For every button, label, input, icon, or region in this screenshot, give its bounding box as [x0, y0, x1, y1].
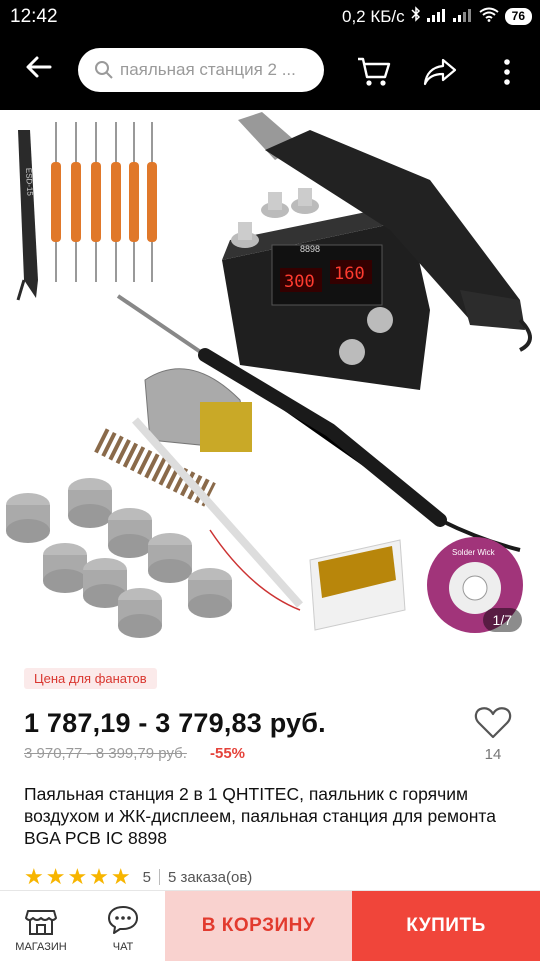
signal-icon-2 [452, 7, 473, 27]
tweezers: ESD-15 [16, 130, 38, 301]
bluetooth-icon [411, 6, 421, 27]
old-price: 3 970,77 - 8 399,79 руб. [24, 745, 187, 762]
more-vertical-icon [504, 59, 510, 85]
display-left-value: 300 [284, 272, 315, 292]
cart-icon [358, 57, 391, 86]
top-bar: 12:42 0,2 КБ/с 76 паяльная станция 2 ... [0, 0, 540, 110]
share-button[interactable] [422, 56, 458, 88]
price: 1 787,19 - 3 779,83 руб. [24, 708, 326, 738]
wishlist-button[interactable] [474, 706, 512, 740]
search-placeholder: паяльная станция 2 ... [120, 60, 296, 79]
store-icon [25, 910, 57, 935]
fan-price-badge: Цена для фанатов [24, 668, 157, 689]
net-speed: 0,2 КБ/с [342, 6, 405, 26]
more-button[interactable] [497, 56, 517, 88]
repair-tools [51, 122, 157, 282]
gallery-page-indicator: 1/7 [482, 608, 522, 632]
divider [158, 869, 160, 885]
back-arrow-icon [26, 56, 52, 78]
buy-now-button[interactable]: КУПИТЬ [352, 891, 540, 961]
display-right-value: 160 [334, 264, 365, 284]
back-button[interactable] [22, 50, 56, 84]
station-model: 8898 [300, 244, 320, 254]
heart-icon [474, 707, 512, 739]
bottom-action-bar: МАГАЗИН ЧАТ В КОРЗИНУ КУПИТЬ [0, 890, 540, 961]
store-label: МАГАЗИН [15, 941, 67, 953]
status-time: 12:42 [10, 6, 58, 27]
chat-button[interactable]: ЧАТ [82, 891, 164, 961]
battery-icon: 76 [504, 8, 532, 25]
rating-row[interactable]: ★★★★★ 5 5 заказа(ов) [24, 864, 252, 890]
solder-wick-label: Solder Wick [452, 548, 496, 557]
wishlist-count: 14 [484, 746, 502, 763]
discount-badge: -55% [210, 745, 246, 762]
wifi-icon [479, 7, 499, 27]
chat-icon [108, 906, 138, 934]
search-icon [95, 61, 113, 79]
flux-box [309, 539, 406, 631]
status-right: 0,2 КБ/с 76 [342, 6, 532, 27]
signal-icon [426, 7, 447, 27]
cart-button[interactable] [356, 56, 392, 88]
product-photo: ESD-15 300 160 8898 Solder Wick [6, 112, 532, 638]
product-gallery[interactable]: ESD-15 300 160 8898 Solder Wick 1/7 [0, 110, 540, 640]
share-icon [423, 58, 457, 86]
chat-label: ЧАТ [112, 941, 134, 953]
store-button[interactable]: МАГАЗИН [0, 891, 82, 961]
status-bar: 12:42 0,2 КБ/с 76 [0, 0, 540, 34]
star-rating-icon: ★★★★★ [24, 864, 133, 889]
add-to-cart-button[interactable]: В КОРЗИНУ [165, 891, 352, 961]
product-title: Паяльная станция 2 в 1 QHTITEC, паяльник… [24, 784, 496, 848]
tweezers-label: ESD-15 [24, 168, 34, 197]
search-input[interactable]: паяльная станция 2 ... [78, 48, 324, 92]
rating-value: 5 [142, 868, 151, 886]
app-bar: паяльная станция 2 ... [0, 38, 540, 104]
orders-count: 5 заказа(ов) [167, 868, 253, 886]
